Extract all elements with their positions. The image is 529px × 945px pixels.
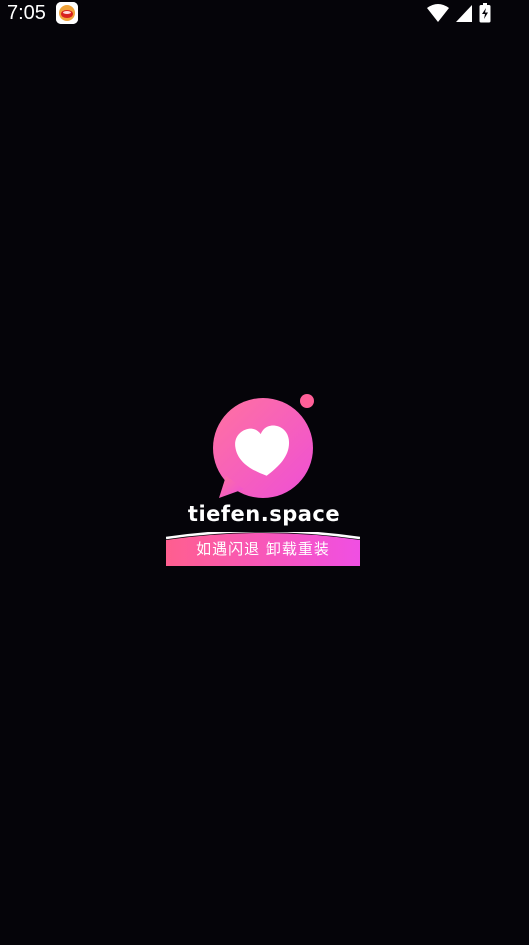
- battery-charging-icon: [479, 3, 491, 23]
- splash-logo: tiefen.space 如遇闪退 卸载重装: [164, 390, 364, 570]
- app-notification-icon: [56, 2, 78, 24]
- notice-text: 如遇闪退 卸载重装: [196, 540, 330, 558]
- brand-domain: tiefen.space: [187, 502, 341, 526]
- status-bar: 7:05: [0, 0, 529, 26]
- wifi-icon: [427, 3, 449, 23]
- heart-chat-bubble-logo: [213, 394, 314, 498]
- status-time: 7:05: [7, 2, 46, 24]
- status-icons: [427, 3, 491, 23]
- cell-signal-icon: [455, 3, 473, 23]
